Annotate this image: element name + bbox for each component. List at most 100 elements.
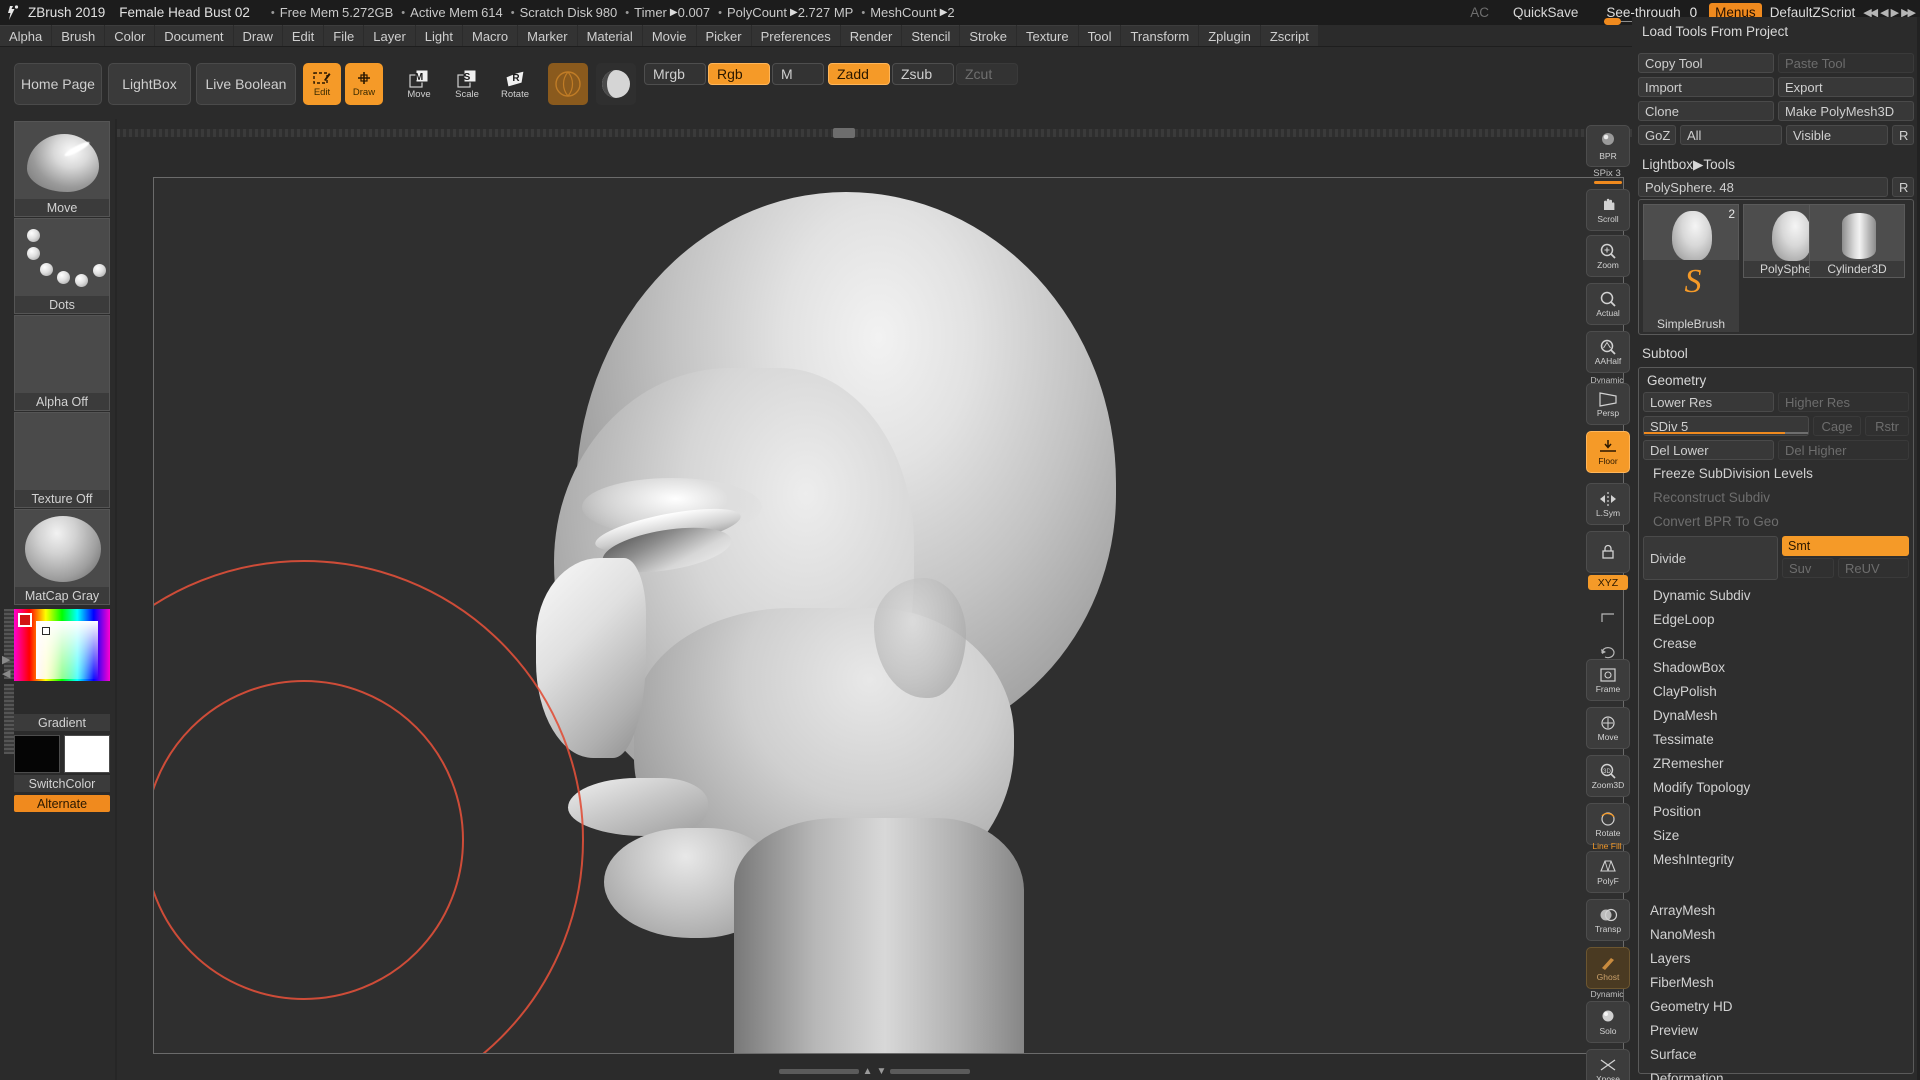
edit-button[interactable]: Edit [303,63,341,105]
menu-transform[interactable]: Transform [1121,25,1199,46]
perspective-button[interactable]: Persp [1586,383,1630,425]
geometry-hd-button[interactable]: Geometry HD [1644,997,1912,1016]
menu-texture[interactable]: Texture [1016,25,1078,46]
preview-button[interactable]: Preview [1644,1021,1912,1040]
color-picker[interactable] [14,609,110,681]
brush-slot[interactable]: Move [14,121,110,217]
crease-button[interactable]: Crease [1647,634,1905,653]
zoom-button[interactable]: Zoom [1586,235,1630,277]
material-slot[interactable]: MatCap Gray [14,509,110,605]
suv-button[interactable]: Suv [1782,558,1834,578]
zoom3d-button[interactable]: 3D Zoom3D [1586,755,1630,797]
shelf-collapse-right-icon[interactable]: ▶ [2,653,10,666]
load-tools-button[interactable]: Load Tools From Project [1638,21,1914,41]
xpose-button[interactable]: Xpose [1586,1049,1630,1080]
secondary-color-swatch[interactable] [64,735,110,773]
lightbox-tools-button[interactable]: Lightbox▶Tools [1638,155,1914,175]
rgb-button[interactable]: Rgb [708,63,770,85]
floor-button[interactable]: Floor [1586,431,1630,473]
shadowbox-button[interactable]: ShadowBox [1647,658,1905,677]
alternate-button[interactable]: Alternate [14,795,110,812]
rstr-button[interactable]: Rstr [1865,416,1909,436]
menu-render[interactable]: Render [840,25,902,46]
menu-light[interactable]: Light [415,25,462,46]
zremesher-button[interactable]: ZRemesher [1647,754,1905,773]
export-button[interactable]: Export [1778,77,1914,97]
tool-thumb-simplebrush[interactable]: S SimpleBrush [1643,260,1739,332]
fibermesh-button[interactable]: FiberMesh [1644,973,1912,992]
move-button[interactable]: M Move [400,63,438,105]
current-tool-name[interactable]: PolySphere. 48 [1638,177,1888,197]
canvas-bottom-scroller[interactable]: ▲ ▼ [117,1064,1632,1078]
lock-button[interactable] [1586,531,1630,573]
xyz-button[interactable]: XYZ [1588,575,1628,590]
edgeloop-button[interactable]: EdgeLoop [1647,610,1905,629]
current-material-thumbnail[interactable] [596,63,636,105]
tessimate-button[interactable]: Tessimate [1647,730,1905,749]
gradient-button[interactable]: Gradient [14,714,110,731]
local-symmetry-button[interactable]: L.Sym [1586,483,1630,525]
auto-config-button[interactable]: AC [1470,5,1489,20]
higher-res-button[interactable]: Higher Res [1778,392,1909,412]
shelf-grip-lower[interactable] [4,684,14,754]
smt-button[interactable]: Smt [1782,536,1909,556]
menu-document[interactable]: Document [155,25,233,46]
aahalf-button[interactable]: AAHalf [1586,331,1630,373]
copy-tool-button[interactable]: Copy Tool [1638,53,1774,73]
menu-macro[interactable]: Macro [462,25,518,46]
rotate-button[interactable]: R Rotate [496,63,534,105]
color-picker-cursor[interactable] [42,627,50,635]
tool-thumb-cylinder3d[interactable]: Cylinder3D [1809,204,1905,278]
meshintegrity-button[interactable]: MeshIntegrity [1647,850,1905,869]
menu-draw[interactable]: Draw [233,25,282,46]
alpha-slot[interactable]: Alpha Off [14,315,110,411]
menu-movie[interactable]: Movie [642,25,696,46]
frame-button[interactable]: Frame [1586,659,1630,701]
menu-picker[interactable]: Picker [696,25,751,46]
arraymesh-button[interactable]: ArrayMesh [1644,901,1912,920]
scroll-button[interactable]: Scroll [1586,189,1630,231]
spix-label[interactable]: SPix 3 [1582,168,1632,179]
menu-stencil[interactable]: Stencil [902,25,960,46]
scale-button[interactable]: S Scale [448,63,486,105]
menu-file[interactable]: File [324,25,364,46]
paste-tool-button[interactable]: Paste Tool [1778,53,1914,73]
primary-color-swatch[interactable] [18,613,32,627]
menu-color[interactable]: Color [105,25,155,46]
current-brush-thumbnail[interactable] [548,63,588,105]
polyframe-button[interactable]: PolyF [1586,851,1630,893]
rotate-view-button[interactable]: Rotate [1586,803,1630,845]
mrgb-button[interactable]: Mrgb [644,63,706,85]
size-button[interactable]: Size [1647,826,1905,845]
goz-button[interactable]: GoZ [1638,125,1676,145]
main-color-swatch[interactable] [14,735,60,773]
home-page-button[interactable]: Home Page [14,63,102,105]
spix-slider[interactable] [1594,181,1622,184]
menu-marker[interactable]: Marker [518,25,577,46]
menu-zplugin[interactable]: Zplugin [1199,25,1260,46]
menu-alpha[interactable]: Alpha [0,25,52,46]
document-scroll-handle[interactable] [833,128,855,138]
position-button[interactable]: Position [1647,802,1905,821]
reuv-button[interactable]: ReUV [1838,558,1909,578]
menu-material[interactable]: Material [577,25,642,46]
layers-button[interactable]: Layers [1644,949,1912,968]
bpr-button[interactable]: BPR [1586,125,1630,167]
zsub-button[interactable]: Zsub [892,63,954,85]
nanomesh-button[interactable]: NanoMesh [1644,925,1912,944]
document-scroll-ruler[interactable] [117,129,1632,137]
del-lower-button[interactable]: Del Lower [1643,440,1774,460]
canvas-scroll-bar-right[interactable] [890,1068,971,1074]
shelf-collapse-left-icon[interactable]: ◀ [2,667,10,680]
goz-r-button[interactable]: R [1892,125,1914,145]
actual-button[interactable]: Actual [1586,283,1630,325]
draw-button[interactable]: Draw [345,63,383,105]
claypolish-button[interactable]: ClayPolish [1647,682,1905,701]
surface-button[interactable]: Surface [1644,1045,1912,1064]
make-polymesh3d-button[interactable]: Make PolyMesh3D [1778,101,1914,121]
move-view-button[interactable]: Move [1586,707,1630,749]
geometry-section-header[interactable]: Geometry [1643,370,1907,390]
convert-bpr-to-geo-button[interactable]: Convert BPR To Geo [1647,512,1905,531]
goz-visible-button[interactable]: Visible [1786,125,1888,145]
tool-r-button[interactable]: R [1892,177,1914,197]
